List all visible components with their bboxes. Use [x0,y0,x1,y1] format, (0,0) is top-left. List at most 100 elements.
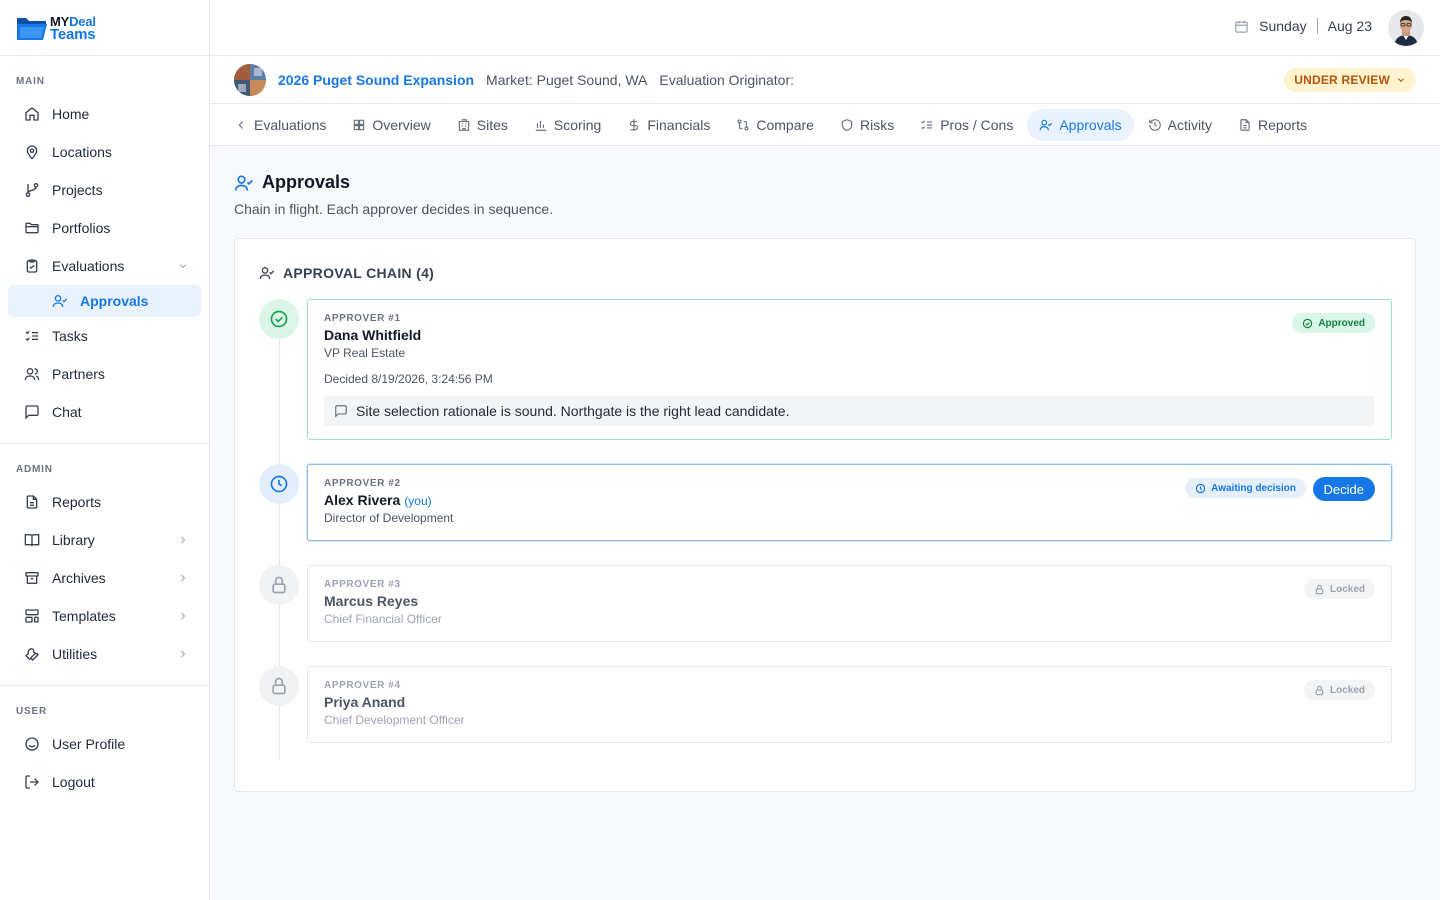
tab-pros-cons[interactable]: Pros / Cons [908,109,1025,141]
sidebar-item-label: Projects [52,182,103,198]
sidebar-item-portfolios[interactable]: Portfolios [0,209,209,247]
tab-label: Overview [372,116,431,133]
chain-title: APPROVAL CHAIN (4) [283,265,435,281]
approver-role: Chief Financial Officer [324,612,442,626]
approver-card: APPROVER #3 Marcus Reyes Chief Financial… [307,565,1392,642]
project-thumbnail [234,63,266,96]
page-subtitle: Chain in flight. Each approver decides i… [234,201,554,217]
nav-section-title: MAIN [16,76,45,87]
dollar-icon [630,118,639,131]
sidebar-item-archives[interactable]: Archives [0,559,209,597]
sidebar-item-label: Templates [52,608,116,624]
logo-folder-icon [17,17,47,40]
sidebar-item-evaluations[interactable]: Evaluations [0,247,209,285]
sidebar-item-label: Utilities [52,646,98,662]
building-icon [458,118,469,131]
shield-icon [841,118,853,131]
sidebar: MYDeal Teams MAIN Home Locations Project… [0,0,210,900]
status-badge: Awaiting decision [1185,478,1306,498]
tab-sites[interactable]: Sites [445,109,520,141]
top-bar: Sunday Aug 23 [210,0,1440,56]
sidebar-item-partners[interactable]: Partners [0,355,209,393]
approver-role: Chief Development Officer [324,713,465,727]
approver-name: Dana Whitfield [324,327,422,343]
locked-step-indicator [259,666,299,706]
pending-step-indicator [259,464,299,504]
list-checks-icon [921,120,933,129]
decide-button[interactable]: Decide [1312,477,1375,501]
tab-evaluations-back[interactable]: Evaluations [234,109,338,141]
nav-section-admin: ADMIN Reports Library Archives Templates… [0,444,209,686]
weekday-label: Sunday [1259,18,1307,34]
you-indicator: (you) [404,494,432,508]
project-name-link[interactable]: 2026 Puget Sound Expansion [278,72,474,88]
project-originator: Evaluation Originator: [659,71,795,88]
tab-approvals[interactable]: Approvals [1027,108,1134,141]
page-header: Approvals Chain in flight. Each approver… [234,172,553,217]
tab-overview[interactable]: Overview [340,109,442,141]
sidebar-item-home[interactable]: Home [0,95,209,133]
user-check-icon [52,295,68,308]
brand-logo[interactable]: MYDeal Teams [0,0,209,56]
chevron-right-icon[interactable] [177,572,189,584]
badge-label: Approved [1318,317,1365,329]
tab-label: Activity [1167,116,1212,133]
badge-label: Awaiting decision [1211,482,1296,494]
date-display: Sunday Aug 23 [1234,18,1372,34]
page-title: Approvals [262,172,351,192]
status-dropdown[interactable]: UNDER REVIEW [1284,68,1416,92]
calendar-icon [1235,20,1248,33]
lock-icon [272,576,286,594]
tab-label: Evaluations [254,116,327,133]
tab-scoring[interactable]: Scoring [522,109,613,141]
sidebar-item-label: Approvals [80,293,149,309]
file-text-icon [1240,118,1250,131]
user-avatar[interactable] [1388,10,1424,46]
approver-comment: Site selection rationale is sound. North… [324,396,1375,426]
sidebar-item-templates[interactable]: Templates [0,597,209,635]
layout-template-icon [25,609,39,623]
sidebar-item-approvals[interactable]: Approvals [8,285,201,317]
sidebar-item-reports[interactable]: Reports [0,483,209,521]
approver-number: APPROVER #3 [324,579,401,590]
sidebar-item-user-profile[interactable]: User Profile [0,725,209,763]
user-check-icon [259,267,275,280]
date-label: Aug 23 [1327,18,1372,34]
chevron-right-icon[interactable] [177,534,189,546]
message-square-icon [335,405,347,418]
tab-financials[interactable]: Financials [615,109,722,141]
approver-name: Alex Rivera [324,492,401,508]
chevron-left-icon [238,120,244,129]
chevron-down-icon[interactable] [177,260,189,272]
sidebar-item-utilities[interactable]: Utilities [0,635,209,673]
book-open-icon [24,534,40,547]
approved-step-indicator [259,299,299,339]
sidebar-item-chat[interactable]: Chat [0,393,209,431]
home-icon [25,107,39,121]
status-badge: Approved [1292,313,1375,333]
tab-compare[interactable]: Compare [724,109,826,141]
chevron-right-icon[interactable] [177,610,189,622]
approver-card: APPROVER #4 Priya Anand Chief Developmen… [307,666,1392,743]
grid-icon [354,119,365,130]
tab-activity[interactable]: Activity [1136,109,1224,141]
tab-risks[interactable]: Risks [828,109,906,141]
project-bar: 2026 Puget Sound Expansion Market: Puget… [210,56,1440,104]
status-badge: Locked [1303,579,1375,599]
comment-text: Site selection rationale is sound. North… [356,403,790,419]
chevron-right-icon[interactable] [177,648,189,660]
tab-reports[interactable]: Reports [1226,109,1319,141]
sidebar-item-library[interactable]: Library [0,521,209,559]
sidebar-item-logout[interactable]: Logout [0,763,209,801]
user-check-icon [234,175,253,191]
status-label: UNDER REVIEW [1294,73,1390,87]
file-text-icon [26,495,38,509]
sidebar-item-tasks[interactable]: Tasks [0,317,209,355]
user-check-icon [1039,119,1053,130]
sidebar-item-locations[interactable]: Locations [0,133,209,171]
tab-label: Reports [1257,116,1307,133]
bar-chart-icon [535,120,547,131]
tab-label: Scoring [553,116,602,133]
sidebar-item-projects[interactable]: Projects [0,171,209,209]
nav-section-user: USER User Profile Logout [0,686,209,813]
